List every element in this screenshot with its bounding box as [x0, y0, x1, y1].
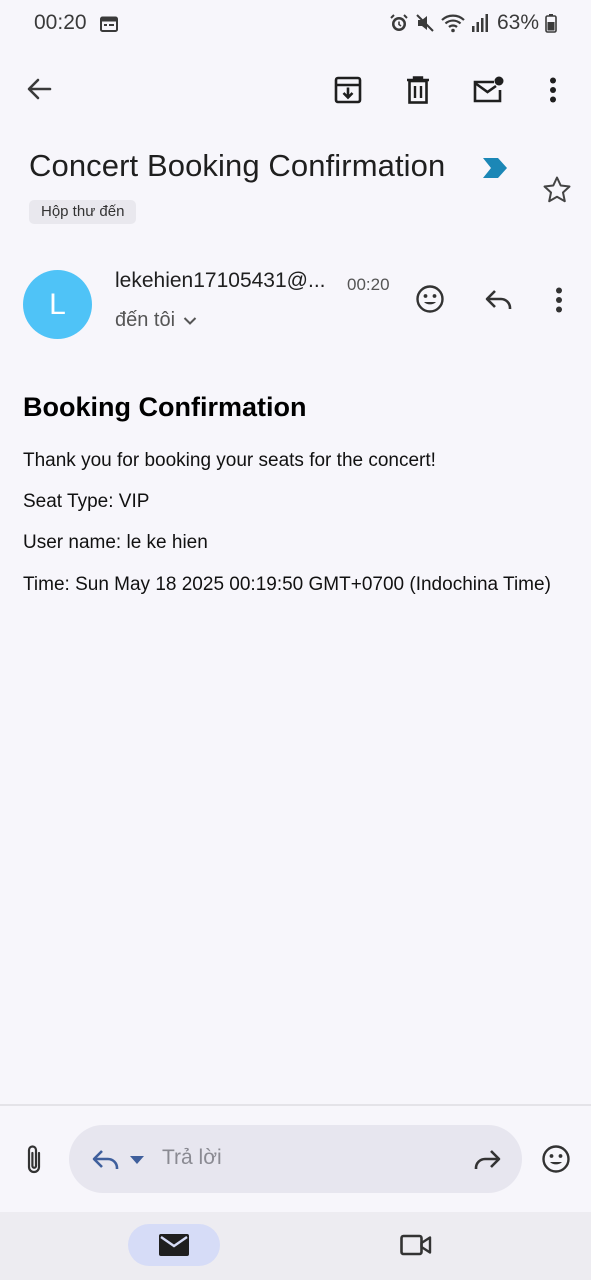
battery-icon	[545, 14, 557, 33]
wifi-icon	[441, 14, 465, 33]
chevron-down-icon	[183, 316, 197, 325]
archive-icon	[334, 76, 362, 104]
signal-icon	[471, 14, 488, 32]
nav-mail-tab[interactable]	[128, 1224, 220, 1266]
sender-name[interactable]: lekehien17105431@...	[115, 269, 325, 293]
sender-avatar[interactable]: L	[23, 270, 92, 339]
more-vertical-icon	[550, 77, 556, 103]
reply-icon	[485, 290, 512, 309]
bottom-navigation	[0, 1212, 591, 1280]
caret-down-icon	[130, 1156, 144, 1164]
paperclip-icon	[27, 1145, 41, 1174]
alarm-icon	[390, 14, 408, 31]
back-button[interactable]	[18, 68, 60, 110]
attach-button[interactable]	[14, 1140, 54, 1180]
sent-time: 00:20	[347, 275, 390, 294]
more-options-button[interactable]	[533, 68, 573, 112]
reply-type-dropdown[interactable]	[86, 1144, 150, 1176]
body-heading: Booking Confirmation	[23, 392, 307, 422]
mark-unread-icon	[473, 76, 504, 103]
archive-button[interactable]	[326, 68, 370, 112]
star-icon	[543, 176, 571, 203]
bottom-divider	[0, 1104, 591, 1106]
calendar-icon	[100, 16, 118, 32]
back-arrow-icon	[27, 78, 52, 100]
mail-icon	[159, 1234, 189, 1256]
reply-icon	[92, 1150, 119, 1169]
star-button[interactable]	[537, 170, 577, 210]
reply-emoji-button[interactable]	[536, 1139, 576, 1179]
emoji-icon	[542, 1145, 570, 1173]
nav-meet-tab[interactable]	[395, 1226, 437, 1264]
inbox-label-chip[interactable]: Hộp thư đến	[29, 200, 137, 224]
recipient-details-toggle[interactable]: đến tôi	[115, 309, 197, 332]
reply-button[interactable]	[479, 280, 519, 320]
importance-marker-icon[interactable]	[482, 157, 508, 179]
emoji-icon	[416, 285, 444, 313]
body-line-thanks: Thank you for booking your seats for the…	[23, 450, 436, 471]
emoji-reaction-button[interactable]	[410, 279, 450, 319]
body-line-time: Time: Sun May 18 2025 00:19:50 GMT+0700 …	[23, 574, 551, 595]
forward-button[interactable]	[468, 1143, 506, 1177]
forward-icon	[474, 1150, 501, 1169]
mark-unread-button[interactable]	[465, 68, 511, 112]
email-subject: Concert Booking Confirmation	[29, 148, 446, 183]
video-camera-icon	[400, 1234, 432, 1256]
delete-icon	[407, 76, 429, 104]
mute-icon	[416, 14, 434, 32]
body-line-seat-type: Seat Type: VIP	[23, 491, 150, 512]
reply-placeholder[interactable]: Trả lời	[162, 1146, 222, 1170]
recipient-label: đến tôi	[115, 309, 176, 331]
more-vertical-icon	[556, 287, 562, 313]
status-icons: 63%	[389, 11, 557, 35]
delete-button[interactable]	[396, 68, 440, 112]
body-line-user-name: User name: le ke hien	[23, 532, 208, 553]
battery-percentage: 63%	[496, 11, 539, 34]
status-time: 00:20	[34, 11, 87, 34]
message-more-button[interactable]	[543, 280, 575, 320]
